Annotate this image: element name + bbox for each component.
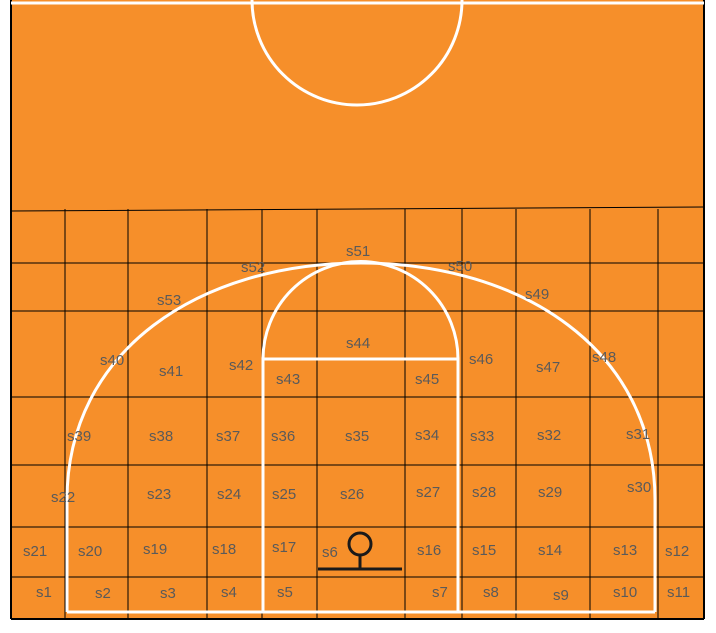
zone-label: s30 [627, 479, 651, 496]
zone-label: s22 [51, 489, 75, 506]
zone-label: s3 [160, 585, 176, 602]
zone-label: s12 [665, 543, 689, 560]
zone-label: s47 [536, 359, 560, 376]
zone-label: s25 [272, 486, 296, 503]
zone-label: s4 [221, 584, 237, 601]
basketball-court-diagram: s1 s2 s3 s4 s5 s6 s7 s8 s9 s10 s11 s12 s… [0, 0, 716, 633]
zone-label: s34 [415, 427, 439, 444]
zone-label: s29 [538, 484, 562, 501]
zone-label: s32 [537, 427, 561, 444]
zone-label: s43 [276, 371, 300, 388]
zone-label: s53 [157, 292, 181, 309]
zone-label: s7 [432, 584, 448, 601]
zone-label: s51 [346, 243, 370, 260]
zone-label: s18 [212, 541, 236, 558]
zone-label: s38 [149, 428, 173, 445]
zone-label: s40 [100, 352, 124, 369]
zone-label: s17 [272, 539, 296, 556]
zone-label: s45 [415, 371, 439, 388]
zone-label: s19 [143, 541, 167, 558]
zone-label: s5 [277, 584, 293, 601]
zone-label: s8 [483, 584, 499, 601]
zone-label: s6 [322, 544, 338, 561]
zone-label: s48 [592, 349, 616, 366]
zone-label: s44 [346, 335, 370, 352]
zone-label: s1 [36, 584, 52, 601]
zone-label: s13 [613, 542, 637, 559]
zone-label: s39 [67, 428, 91, 445]
zone-label: s41 [159, 363, 183, 380]
court-floor [11, 0, 704, 619]
zone-label: s21 [23, 543, 47, 560]
zone-label: s24 [217, 486, 241, 503]
zone-label: s46 [469, 351, 493, 368]
zone-label: s36 [271, 428, 295, 445]
zone-label: s2 [95, 585, 111, 602]
zone-label: s27 [416, 484, 440, 501]
zone-label: s9 [553, 587, 569, 604]
zone-label: s33 [470, 428, 494, 445]
zone-label: s14 [538, 542, 562, 559]
zone-label: s50 [448, 258, 472, 275]
zone-label: s20 [78, 543, 102, 560]
zone-label: s37 [216, 428, 240, 445]
zone-label: s15 [472, 542, 496, 559]
zone-label: s11 [667, 584, 690, 601]
zone-label: s16 [417, 542, 441, 559]
zone-label: s49 [525, 286, 549, 303]
zone-label: s31 [626, 426, 650, 443]
zone-label: s42 [229, 357, 253, 374]
zone-label: s28 [472, 484, 496, 501]
zone-label: s10 [613, 584, 637, 601]
zone-label: s23 [147, 486, 171, 503]
zone-label: s35 [345, 428, 369, 445]
zone-label: s52 [241, 259, 265, 276]
zone-label: s26 [340, 486, 364, 503]
